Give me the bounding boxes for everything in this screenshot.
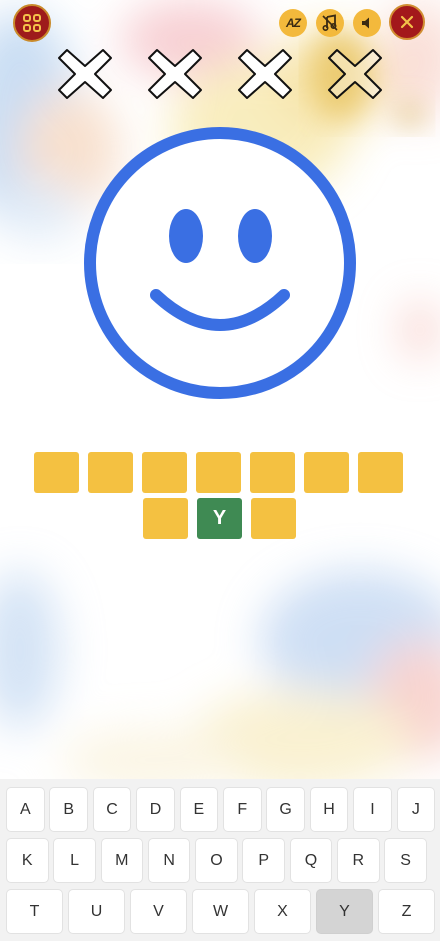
key-x[interactable]: X [254, 889, 311, 934]
key-e[interactable]: E [179, 787, 219, 832]
smiling-face-emoji [84, 127, 356, 399]
answer-tile[interactable] [304, 452, 349, 493]
key-m[interactable]: M [100, 838, 144, 883]
x-mark-icon [238, 49, 292, 99]
letter-keyboard: A B C D E F G H I J K L M N O P Q R S T … [0, 779, 440, 941]
key-v[interactable]: V [130, 889, 187, 934]
key-q[interactable]: Q [289, 838, 333, 883]
answer-tile[interactable] [34, 452, 79, 493]
keyboard-row-1: A B C D E F G H I J [6, 787, 436, 832]
menu-button[interactable] [13, 4, 51, 42]
keyboard-row-2: K L M N O P Q R S [6, 838, 427, 883]
answer-tile[interactable] [251, 498, 296, 539]
key-s[interactable]: S [384, 838, 427, 883]
speaker-icon [362, 17, 369, 29]
keyboard-row-3: T U V W X Y Z [6, 889, 435, 934]
key-l[interactable]: L [53, 838, 96, 883]
key-k[interactable]: K [6, 838, 49, 883]
key-u[interactable]: U [68, 889, 125, 934]
close-button[interactable] [389, 4, 425, 40]
answer-tile[interactable] [250, 452, 295, 493]
key-g[interactable]: G [266, 787, 305, 832]
az-label: AZ [286, 16, 301, 30]
key-h[interactable]: H [309, 787, 349, 832]
key-n[interactable]: N [147, 838, 191, 883]
top-toolbar: AZ [0, 0, 440, 46]
key-b[interactable]: B [49, 787, 88, 832]
grid-menu-icon [23, 14, 41, 32]
music-button[interactable] [316, 9, 344, 37]
answer-tile[interactable] [88, 452, 133, 493]
key-f[interactable]: F [222, 787, 262, 832]
answer-row-1 [34, 452, 403, 493]
key-w[interactable]: W [192, 889, 249, 934]
x-mark-icon [58, 49, 112, 99]
key-c[interactable]: C [92, 787, 132, 832]
answer-tile[interactable] [196, 452, 241, 493]
key-a[interactable]: A [6, 787, 45, 832]
x-mark-icon [328, 49, 382, 99]
answer-row-2: Y [143, 498, 296, 539]
key-z[interactable]: Z [378, 889, 435, 934]
key-t[interactable]: T [6, 889, 63, 934]
music-off-icon [322, 14, 338, 32]
answer-tile-revealed[interactable]: Y [197, 498, 242, 539]
strike-markers [0, 44, 440, 106]
key-y-used[interactable]: Y [316, 889, 373, 934]
key-o[interactable]: O [195, 838, 238, 883]
x-mark-icon [148, 49, 202, 99]
key-j[interactable]: J [396, 787, 436, 832]
answer-tile[interactable] [143, 498, 188, 539]
close-icon [400, 15, 414, 29]
sound-button[interactable] [353, 9, 381, 37]
hint-az-button[interactable]: AZ [279, 9, 307, 37]
key-d[interactable]: D [136, 787, 175, 832]
key-p[interactable]: P [242, 838, 285, 883]
key-i[interactable]: I [353, 787, 392, 832]
answer-tile[interactable] [358, 452, 403, 493]
answer-tile[interactable] [142, 452, 187, 493]
key-r[interactable]: R [337, 838, 380, 883]
